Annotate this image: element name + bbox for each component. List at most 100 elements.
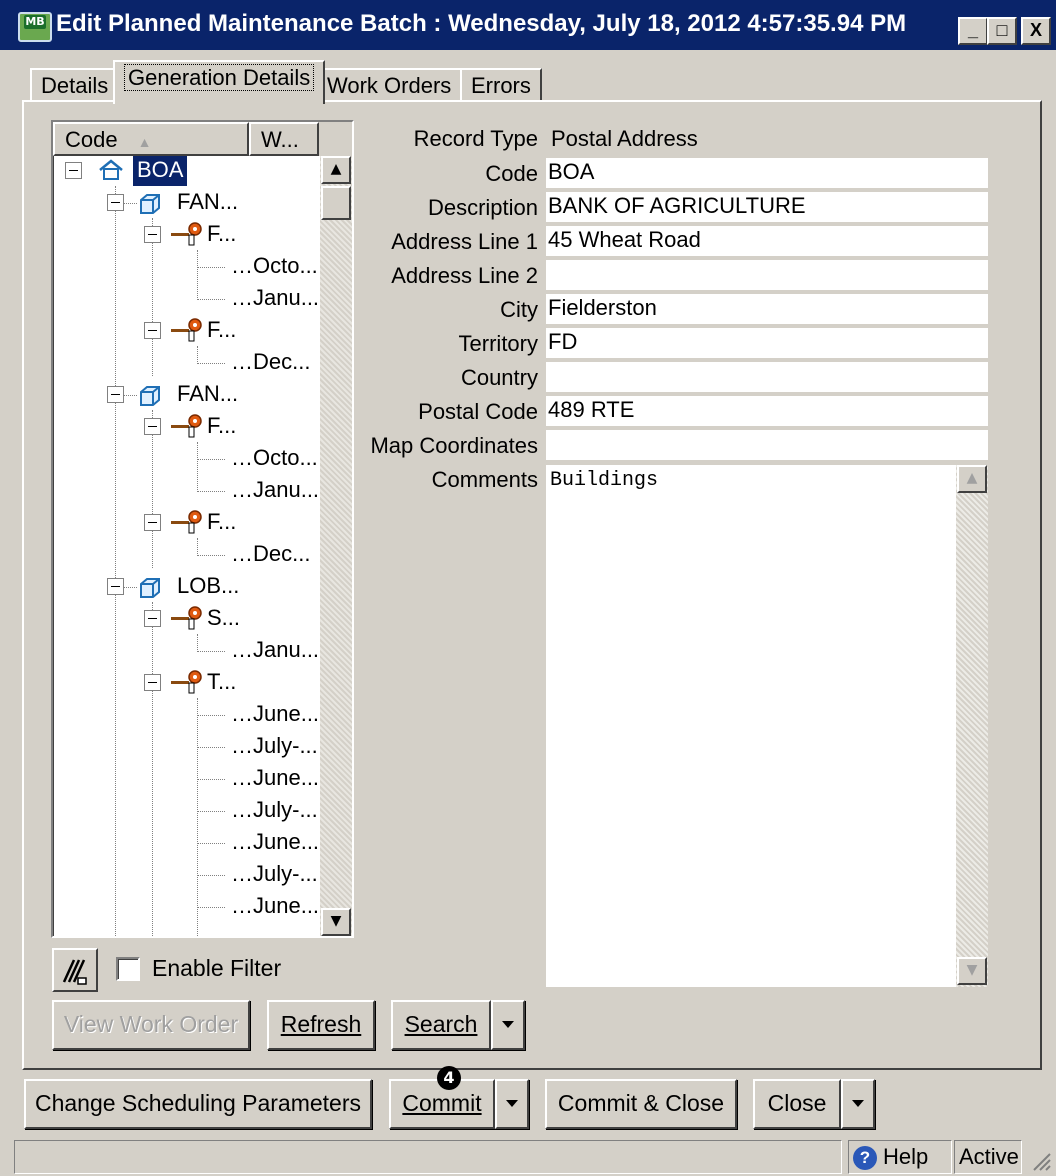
- scroll-up-icon[interactable]: ▲: [957, 465, 987, 493]
- tree-node[interactable]: Octo...: [253, 252, 318, 282]
- collapse-toggle[interactable]: [144, 226, 161, 243]
- tree-node[interactable]: S...: [207, 604, 240, 634]
- resize-grip-icon[interactable]: [1028, 1148, 1052, 1172]
- maintenance-task-icon: [171, 414, 202, 438]
- code-field[interactable]: BOA: [546, 158, 988, 188]
- tree-node[interactable]: June...: [253, 892, 319, 922]
- scroll-up-icon[interactable]: ▲: [321, 156, 351, 184]
- tree-node[interactable]: …: [231, 796, 253, 826]
- view-work-order-button[interactable]: View Work Order: [52, 1000, 250, 1050]
- tree-line: [197, 811, 225, 812]
- tree-node[interactable]: July-...: [253, 860, 318, 890]
- tab-errors[interactable]: Errors: [460, 68, 542, 102]
- tree-line: [197, 491, 225, 492]
- city-label: City: [500, 297, 538, 322]
- tree-node[interactable]: …: [231, 700, 253, 730]
- tree-node[interactable]: Janu...: [253, 636, 319, 666]
- tree-node[interactable]: …: [231, 284, 253, 314]
- column-header-w[interactable]: W...: [249, 122, 319, 156]
- address-line-1-field[interactable]: 45 Wheat Road: [546, 226, 988, 256]
- tree-node[interactable]: F...: [207, 412, 236, 442]
- tab-generation-details[interactable]: Generation Details: [113, 60, 326, 104]
- maximize-button[interactable]: □: [987, 17, 1017, 45]
- collapse-toggle[interactable]: [107, 386, 124, 403]
- record-tree[interactable]: Code ▲ W... BOA FAN... F... … Octo... … …: [51, 120, 354, 938]
- tree-node[interactable]: …: [231, 892, 253, 922]
- collapse-toggle[interactable]: [144, 418, 161, 435]
- tree-node[interactable]: F...: [207, 220, 236, 250]
- tree-node[interactable]: F...: [207, 316, 236, 346]
- scroll-down-icon[interactable]: ▼: [321, 908, 351, 936]
- tree-node[interactable]: FAN...: [177, 380, 238, 410]
- commit-dropdown-button[interactable]: [495, 1079, 529, 1129]
- tree-node[interactable]: …: [231, 732, 253, 762]
- tree-line: [197, 555, 225, 556]
- change-scheduling-parameters-button[interactable]: Change Scheduling Parameters: [24, 1079, 372, 1129]
- minimize-button[interactable]: _: [958, 17, 988, 45]
- collapse-toggle[interactable]: [144, 322, 161, 339]
- commit-and-close-button[interactable]: Commit & Close: [545, 1079, 737, 1129]
- close-window-button[interactable]: X: [1021, 17, 1051, 45]
- comments-scrollbar[interactable]: ▲ ▼: [956, 465, 988, 987]
- country-field[interactable]: [546, 362, 988, 392]
- enable-filter-checkbox[interactable]: [116, 957, 140, 981]
- tree-node[interactable]: …: [231, 540, 253, 570]
- tab-details[interactable]: Details: [30, 68, 120, 102]
- collapse-toggle[interactable]: [144, 610, 161, 627]
- filter-settings-button[interactable]: [52, 948, 98, 992]
- tree-node[interactable]: …: [231, 828, 253, 858]
- collapse-toggle[interactable]: [107, 578, 124, 595]
- tree-vertical-scrollbar[interactable]: ▲ ▼: [320, 156, 352, 936]
- tree-node[interactable]: …: [231, 444, 253, 474]
- close-dropdown-button[interactable]: [841, 1079, 875, 1129]
- help-link[interactable]: ? Help: [848, 1140, 952, 1174]
- tree-node[interactable]: …: [231, 636, 253, 666]
- tab-work-orders[interactable]: Work Orders: [316, 68, 463, 102]
- tree-node[interactable]: July-...: [253, 796, 318, 826]
- tree-node[interactable]: …: [231, 860, 253, 890]
- column-header-code[interactable]: Code ▲: [53, 122, 249, 156]
- maintenance-task-icon: [171, 222, 202, 246]
- description-field[interactable]: BANK OF AGRICULTURE: [546, 192, 988, 222]
- tree-node[interactable]: June...: [253, 764, 319, 794]
- status-state: Active: [954, 1140, 1022, 1174]
- scroll-down-icon[interactable]: ▼: [957, 957, 987, 985]
- map-coordinates-field[interactable]: [546, 430, 988, 460]
- tree-node[interactable]: June...: [253, 828, 319, 858]
- search-button[interactable]: Search: [391, 1000, 491, 1050]
- app-icon: MB: [18, 12, 52, 42]
- tree-node[interactable]: June...: [253, 700, 319, 730]
- collapse-toggle[interactable]: [107, 194, 124, 211]
- tree-node[interactable]: T...: [207, 668, 236, 698]
- city-field[interactable]: Fielderston: [546, 294, 988, 324]
- search-button-label: Search: [404, 1011, 478, 1037]
- scroll-thumb[interactable]: [321, 186, 351, 220]
- collapse-toggle[interactable]: [65, 162, 82, 179]
- tree-node[interactable]: LOB...: [177, 572, 239, 602]
- address-line-2-field[interactable]: [546, 260, 988, 290]
- territory-field[interactable]: FD: [546, 328, 988, 358]
- tree-node[interactable]: FAN...: [177, 188, 238, 218]
- tree-node[interactable]: July-...: [253, 732, 318, 762]
- close-button[interactable]: Close: [753, 1079, 841, 1129]
- maintenance-task-icon: [171, 670, 202, 694]
- collapse-toggle[interactable]: [144, 674, 161, 691]
- comments-field[interactable]: Buildings ▲ ▼: [546, 465, 988, 987]
- tree-node[interactable]: Octo...: [253, 444, 318, 474]
- tree-node[interactable]: Dec...: [253, 540, 310, 570]
- tree-node[interactable]: F...: [207, 508, 236, 538]
- tree-node[interactable]: Janu...: [253, 284, 319, 314]
- tree-node[interactable]: …: [231, 252, 253, 282]
- tree-node[interactable]: …: [231, 348, 253, 378]
- address-line-2-label: Address Line 2: [391, 263, 538, 288]
- collapse-toggle[interactable]: [144, 514, 161, 531]
- tree-node[interactable]: …: [231, 476, 253, 506]
- search-dropdown-button[interactable]: [491, 1000, 525, 1050]
- postal-code-field[interactable]: 489 RTE: [546, 396, 988, 426]
- tree-node[interactable]: …: [231, 764, 253, 794]
- tree-node-boa[interactable]: BOA: [133, 156, 188, 186]
- title-bar[interactable]: MB Edit Planned Maintenance Batch : Wedn…: [0, 0, 1056, 50]
- refresh-button[interactable]: Refresh: [267, 1000, 375, 1050]
- tree-node[interactable]: Dec...: [253, 348, 310, 378]
- tree-node[interactable]: Janu...: [253, 476, 319, 506]
